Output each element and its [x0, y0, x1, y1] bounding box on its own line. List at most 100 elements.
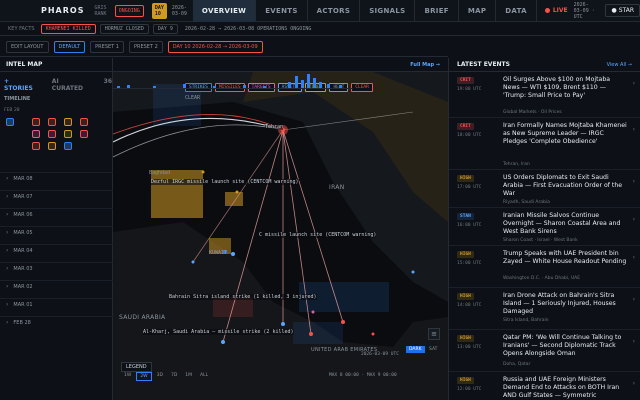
event-title: Iran Formally Names Mojtaba Khamenei as … — [503, 122, 627, 145]
event-title: Russia and UAE Foreign Ministers Demand … — [503, 376, 620, 399]
event-histogram[interactable] — [113, 72, 353, 90]
legend-button[interactable]: LEGEND — [121, 362, 152, 372]
event-title: Iranian Missile Salvos Continue Overnigh… — [503, 212, 621, 235]
strike-icon[interactable] — [80, 130, 88, 138]
layout-toolbar: EDIT LAYOUT DEFAULT PRESET 1 PRESET 2 DA… — [0, 37, 448, 57]
event-item[interactable]: HIGH 12:00 UTC Russia and UAE Foreign Mi… — [449, 372, 640, 400]
range-1m[interactable]: 1M — [182, 372, 195, 381]
map-clear-link[interactable]: CLEAR — [185, 95, 200, 101]
filter-clear[interactable]: CLEAR — [351, 83, 373, 92]
event-item[interactable]: HIGH 17:00 UTC US Orders Diplomats to Ex… — [449, 170, 640, 208]
timeline-day-row[interactable]: › FEB 28 — [0, 316, 113, 328]
star-label: STAR — [618, 7, 634, 14]
event-time: 17:00 UTC — [457, 185, 482, 190]
nav-data[interactable]: DATA — [496, 0, 537, 22]
map-label-kuwait: KUWAIT — [209, 250, 228, 256]
range-2w[interactable]: 2W — [136, 372, 152, 381]
event-item[interactable]: HIGH 14:00 UTC Iran Drone Attack on Bahr… — [449, 288, 640, 330]
event-item[interactable]: HIGH 15:00 UTC Trump Speaks with UAE Pre… — [449, 246, 640, 288]
satellite-basemap-button[interactable]: SAT — [426, 346, 440, 353]
event-source: Doha, Qatar — [503, 362, 531, 367]
severity-badge: STAN — [457, 213, 474, 220]
strike-icon[interactable] — [32, 118, 40, 126]
strike-icon[interactable] — [80, 118, 88, 126]
edit-layout-button[interactable]: EDIT LAYOUT — [6, 40, 49, 53]
map-date: 2026-03-09 UTC — [361, 352, 399, 357]
nav-signals[interactable]: SIGNALS — [360, 0, 416, 22]
event-item[interactable]: STAN 16:00 UTC Iranian Missile Salvos Co… — [449, 208, 640, 246]
strike-icon[interactable] — [32, 142, 40, 150]
alert-icon[interactable] — [64, 118, 72, 126]
alert-icon[interactable] — [64, 130, 72, 138]
chevron-right-icon: › — [632, 178, 635, 185]
nav-overview[interactable]: OVERVIEW — [192, 0, 257, 22]
intel-sidebar: INTEL MAP Full Map → + STORIES AI CURATE… — [0, 58, 448, 400]
chevron-right-icon: › — [632, 254, 635, 261]
range-1w[interactable]: 1W — [121, 372, 134, 381]
tab-count: 36 — [103, 78, 112, 85]
nav-events[interactable]: EVENTS — [256, 0, 308, 22]
severity-badge: CRIT — [457, 123, 474, 130]
status-badge: ONGOING — [114, 4, 144, 17]
timeline-day-row[interactable]: › MAR 04 — [0, 244, 113, 256]
day-label: MAR 04 — [13, 247, 33, 254]
map-label-saudi: SAUDI ARABIA — [119, 314, 166, 321]
intel-map-header: INTEL MAP Full Map → — [0, 58, 448, 72]
story-icon[interactable] — [6, 118, 14, 126]
star-button[interactable]: ● STAR — [605, 4, 640, 17]
event-source: Riyadh, Saudi Arabia — [503, 200, 550, 205]
tab-ai-curated[interactable]: AI CURATED — [52, 78, 90, 92]
timeline-day-row[interactable]: › MAR 07 — [0, 190, 113, 202]
day-label: MAR 07 — [13, 193, 33, 200]
tab-stories[interactable]: + STORIES — [4, 78, 38, 92]
chevron-right-icon: › — [632, 80, 635, 87]
severity-badge: HIGH — [457, 175, 474, 182]
timeline-day-row[interactable]: › MAR 03 — [0, 262, 113, 274]
timeline-day-row[interactable]: › MAR 01 — [0, 298, 113, 310]
event-item[interactable]: HIGH 13:00 UTC Qatar PM: 'We Will Contin… — [449, 330, 640, 372]
chevron-right-icon: › — [6, 319, 9, 326]
event-item[interactable]: CRIT 19:00 UTC Oil Surges Above $100 on … — [449, 72, 640, 118]
clock: 2026-03-09 · UTC — [573, 1, 595, 20]
range-3d[interactable]: 3D — [154, 372, 166, 381]
range-7d[interactable]: 7D — [168, 372, 180, 381]
dark-basemap-button[interactable]: DARK — [406, 346, 425, 353]
severity-badge: HIGH — [457, 251, 474, 258]
preset-1-button[interactable]: PRESET 1 — [90, 40, 124, 53]
timeline-day-row[interactable]: › MAR 06 — [0, 208, 113, 220]
date-range-selector[interactable]: DAY 10 2026-02-28 → 2026-03-09 — [167, 40, 263, 53]
range-all[interactable]: ALL — [197, 372, 211, 381]
preset-2-button[interactable]: PRESET 2 — [128, 40, 163, 53]
strike-icon[interactable] — [48, 130, 56, 138]
day-label: MAR 06 — [13, 211, 33, 218]
alert-icon[interactable] — [48, 142, 56, 150]
header-date: 2026-03-09 — [171, 4, 187, 17]
key-fact-chip[interactable]: KHAMENEI KILLED — [40, 23, 96, 34]
full-map-link[interactable]: Full Map → — [410, 62, 440, 68]
nav-brief[interactable]: BRIEF — [415, 0, 459, 22]
missile-icon[interactable] — [32, 130, 40, 138]
brand-logo[interactable]: PHAROS — [41, 6, 84, 15]
event-time: 18:00 UTC — [457, 133, 482, 138]
day-label: FEB 28 — [13, 319, 31, 326]
event-source: Washington D.C. · Abu Dhabi, UAE — [503, 276, 581, 281]
map-label-iran: IRAN — [329, 184, 345, 191]
key-fact-chip[interactable]: HORMUZ CLOSED — [99, 23, 149, 34]
timeline-day-row[interactable]: › MAR 02 — [0, 280, 113, 292]
intel-map[interactable]: STRIKES MISSILES TARGETS ASSETS ZONES HE… — [113, 72, 448, 400]
nav-actors[interactable]: ACTORS — [308, 0, 361, 22]
strike-icon[interactable] — [48, 118, 56, 126]
day-label: MAR 08 — [13, 175, 33, 182]
day-label: MAR 03 — [13, 265, 33, 272]
stories-tabs: + STORIES AI CURATED 36 — [4, 78, 112, 92]
day-tag: DAY 9 — [152, 23, 178, 34]
timeline-day-row[interactable]: › MAR 08 — [0, 172, 113, 184]
timeline-day-row[interactable]: › MAR 05 — [0, 226, 113, 238]
nav-map[interactable]: MAP — [459, 0, 497, 22]
event-item[interactable]: CRIT 18:00 UTC Iran Formally Names Mojta… — [449, 118, 640, 170]
story-icon[interactable] — [64, 142, 72, 150]
view-all-link[interactable]: View All → — [607, 62, 632, 68]
layers-icon[interactable]: ≡ — [428, 328, 440, 340]
event-time: 16:00 UTC — [457, 223, 482, 228]
preset-default-button[interactable]: DEFAULT — [53, 40, 86, 53]
